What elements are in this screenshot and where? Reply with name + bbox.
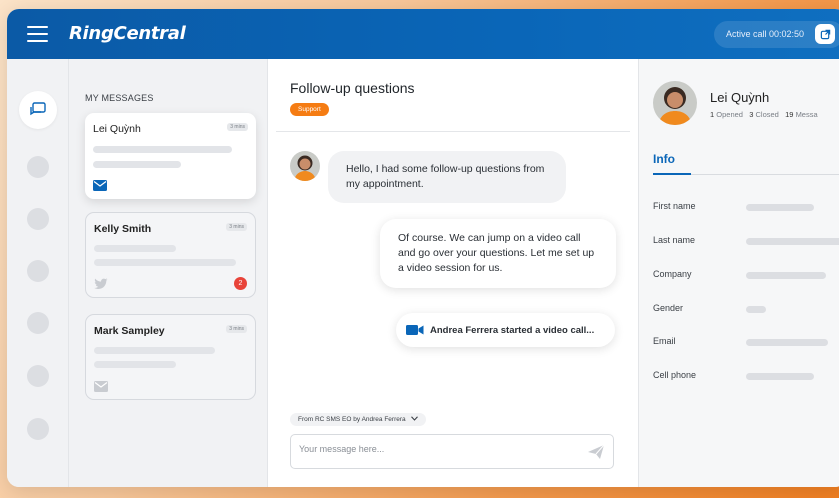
closed-count: 3 <box>749 110 754 119</box>
nav-item-6[interactable] <box>27 365 49 387</box>
send-icon[interactable] <box>587 444 605 460</box>
field-value-last-name <box>746 238 839 245</box>
sender-selector[interactable]: From RC SMS EO by Andrea Ferrera <box>290 413 427 426</box>
chat-panel: Follow-up questions Support Hello, I had… <box>268 59 638 487</box>
message-card[interactable]: Lei Quỳnh 3 mins <box>85 113 256 199</box>
field-value-first-name <box>746 204 814 211</box>
message-card[interactable]: Mark Sampley 3 mins <box>85 314 256 400</box>
video-call-event[interactable]: Andrea Ferrera started a video call... <box>396 313 615 347</box>
outgoing-message: Of course. We can jump on a video call a… <box>380 219 616 288</box>
active-tab-indicator <box>653 173 691 175</box>
nav-item-3[interactable] <box>27 208 49 230</box>
tab-info[interactable]: Info <box>653 152 675 166</box>
messages-nav-icon[interactable] <box>19 91 57 129</box>
preview-line <box>94 347 215 354</box>
field-label-gender: Gender <box>653 303 684 313</box>
menu-icon[interactable] <box>27 26 48 42</box>
preview-line <box>93 146 232 153</box>
envelope-icon <box>94 381 108 392</box>
field-label-first-name: First name <box>653 201 696 211</box>
preview-line <box>94 245 176 252</box>
conversation-title: Follow-up questions <box>290 80 415 96</box>
message-card[interactable]: Kelly Smith 3 mins 2 <box>85 212 256 298</box>
field-label-cell-phone: Cell phone <box>653 370 697 380</box>
ringcentral-logo: RingCentral <box>69 23 186 44</box>
nav-rail <box>7 59 69 487</box>
opened-count: 1 <box>710 110 715 119</box>
envelope-icon <box>93 180 107 191</box>
field-value-gender <box>746 306 766 313</box>
field-value-cell-phone <box>746 373 814 380</box>
closed-label: Closed <box>755 110 779 119</box>
chevron-down-icon <box>411 416 419 421</box>
incoming-message: Hello, I had some follow-up questions fr… <box>328 151 566 203</box>
contact-name: Mark Sampley <box>94 325 165 337</box>
messages-column: MY MESSAGES Lei Quỳnh 3 mins Kelly Smith… <box>69 59 268 487</box>
field-label-company: Company <box>653 269 692 279</box>
contact-name: Lei Quỳnh <box>93 123 141 135</box>
sender-label: From RC SMS EO by Andrea Ferrera <box>298 416 406 423</box>
nav-item-2[interactable] <box>27 156 49 178</box>
message-time: 3 mins <box>226 325 247 333</box>
opened-label: Opened <box>716 110 743 119</box>
video-call-text: Andrea Ferrera started a video call... <box>430 324 595 336</box>
support-tag[interactable]: Support <box>290 103 329 116</box>
preview-line <box>93 161 181 168</box>
nav-item-7[interactable] <box>27 418 49 440</box>
message-time: 3 mins <box>226 223 247 231</box>
top-bar: RingCentral Active call 00:02:50 <box>7 9 839 59</box>
field-value-company <box>746 272 826 279</box>
video-camera-icon <box>406 325 424 335</box>
preview-line <box>94 259 236 266</box>
contact-name: Lei Quỳnh <box>710 90 770 105</box>
contact-avatar <box>653 81 697 125</box>
contact-name: Kelly Smith <box>94 223 152 235</box>
twitter-icon <box>94 278 108 289</box>
field-label-email: Email <box>653 336 676 346</box>
message-composer <box>290 434 614 469</box>
divider <box>276 131 630 132</box>
contact-profile-panel: Lei Quỳnh 1 Opened 3 Closed 19 Messa Inf… <box>638 59 839 487</box>
messages-count: 19 <box>785 110 794 119</box>
preview-line <box>94 361 176 368</box>
field-label-last-name: Last name <box>653 235 696 245</box>
unread-badge: 2 <box>234 277 247 290</box>
nav-item-4[interactable] <box>27 260 49 282</box>
avatar <box>290 151 320 181</box>
message-input[interactable] <box>299 444 569 454</box>
popout-icon[interactable] <box>815 24 835 44</box>
messages-label: Messa <box>795 110 818 119</box>
message-time: 3 mins <box>227 123 248 131</box>
contact-stats: 1 Opened 3 Closed 19 Messa <box>710 110 818 119</box>
nav-item-5[interactable] <box>27 312 49 334</box>
app-window: RingCentral Active call 00:02:50 MY MESS… <box>7 9 839 487</box>
messages-heading: MY MESSAGES <box>85 93 154 103</box>
field-value-email <box>746 339 828 346</box>
